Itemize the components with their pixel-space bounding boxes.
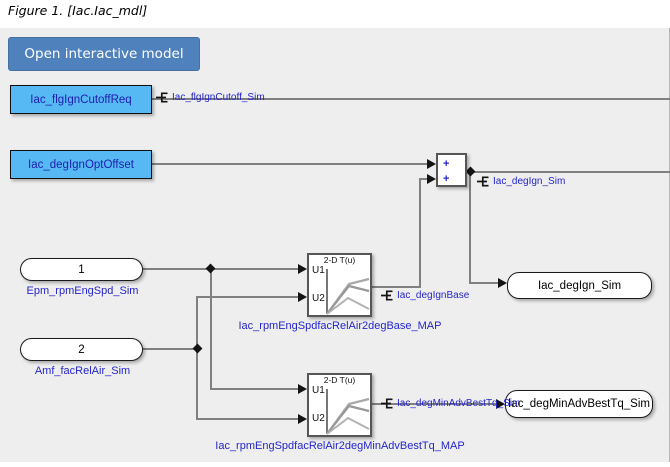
wire-sum-to-outport1	[469, 282, 498, 284]
signal-label-text: Iac_degIgn_Sim	[493, 176, 565, 187]
inport-block-degignoptoffset[interactable]: Iac_degIgnOptOffset	[10, 150, 152, 179]
lookup1-name-label: Iac_rpmEngSpdfacRelAir2degBase_MAP	[215, 320, 465, 332]
port2-name-label: Amf_facRelAir_Sim	[10, 365, 155, 377]
inport-block-label: Iac_flgIgnCutoffReq	[30, 94, 131, 106]
wire-port1-out	[143, 268, 210, 270]
outport-label: Iac_degMinAdvBestTq_Sim	[508, 398, 650, 410]
wire-lookup1-out	[372, 286, 421, 288]
lookup1-header: 2-D T(u)	[309, 255, 370, 265]
figure-caption: Figure 1. [Iac.Iac_mdl]	[8, 3, 147, 18]
wire-degignoptoffset	[152, 163, 428, 165]
lookup-curve-icon	[323, 265, 370, 316]
signal-label-degminadvbesttq: Iac_degMinAdvBestTq_Sim	[381, 397, 520, 410]
sum-plus-top: +	[443, 159, 449, 170]
lookup2-header: 2-D T(u)	[309, 375, 370, 385]
lookup-table-1-block[interactable]: 2-D T(u) U1 U2	[307, 253, 372, 317]
inport-block-flgigncutoffreq[interactable]: Iac_flgIgnCutoffReq	[10, 85, 152, 114]
signal-log-icon	[156, 91, 169, 104]
signal-log-icon	[477, 175, 490, 188]
wire-sum-branch-down	[469, 172, 471, 283]
wire-lookup1-up	[419, 179, 421, 288]
wire-port2-to-lookup1-u2	[196, 296, 298, 298]
figure-page: Figure 1. [Iac.Iac_mdl] Open interactive…	[0, 0, 670, 467]
signal-label-text: Iac_flgIgnCutoff_Sim	[172, 92, 265, 103]
port2-number: 2	[78, 344, 84, 356]
signal-log-icon	[381, 397, 394, 410]
wire-port1-to-lookup2-u1	[210, 388, 298, 390]
lookup2-name-label: Iac_rpmEngSpdfacRelAir2degMinAdvBestTq_M…	[195, 440, 485, 452]
sum-block[interactable]: + +	[436, 153, 467, 187]
sum-plus-bottom: +	[443, 174, 449, 185]
wire-port1-to-lookup1-u1	[210, 268, 298, 270]
wire-port2-out	[143, 348, 198, 350]
signal-label-text: Iac_degMinAdvBestTq_Sim	[397, 398, 520, 409]
outport-label: Iac_degIgn_Sim	[538, 280, 621, 292]
port1-name-label: Epm_rpmEngSpd_Sim	[10, 285, 155, 297]
signal-label-degign: Iac_degIgn_Sim	[477, 175, 565, 188]
wire-sum-out	[467, 171, 670, 173]
signal-label-degignbase: Iac_degIgnBase	[381, 289, 469, 302]
open-interactive-model-button[interactable]: Open interactive model	[8, 37, 200, 71]
wire-port1-branch-down	[210, 268, 212, 390]
port2-block[interactable]: 2	[20, 338, 143, 361]
arrowhead-sum-in2	[427, 174, 436, 184]
arrowhead-lookup2-u2	[298, 414, 307, 424]
arrowhead-lookup2-u1	[298, 384, 307, 394]
port1-block[interactable]: 1	[20, 258, 143, 281]
arrowhead-lookup1-u1	[298, 264, 307, 274]
lookup-table-2-block[interactable]: 2-D T(u) U1 U2	[307, 373, 372, 437]
wire-port2-branch	[196, 296, 198, 420]
arrowhead-sum-in1	[427, 159, 436, 169]
arrowhead-outport1	[498, 278, 507, 288]
port1-number: 1	[78, 264, 84, 276]
lookup-curve-icon	[323, 385, 370, 436]
signal-log-icon	[381, 289, 394, 302]
arrowhead-lookup1-u2	[298, 292, 307, 302]
wire-port2-to-lookup2-u2	[196, 418, 298, 420]
outport-degign-block[interactable]: Iac_degIgn_Sim	[507, 272, 652, 299]
signal-label-flgigncutoff: Iac_flgIgnCutoff_Sim	[156, 91, 265, 104]
signal-label-text: Iac_degIgnBase	[397, 290, 469, 301]
inport-block-label: Iac_degIgnOptOffset	[28, 159, 134, 171]
outport-degminadvbesttq-block[interactable]: Iac_degMinAdvBestTq_Sim	[505, 390, 653, 418]
